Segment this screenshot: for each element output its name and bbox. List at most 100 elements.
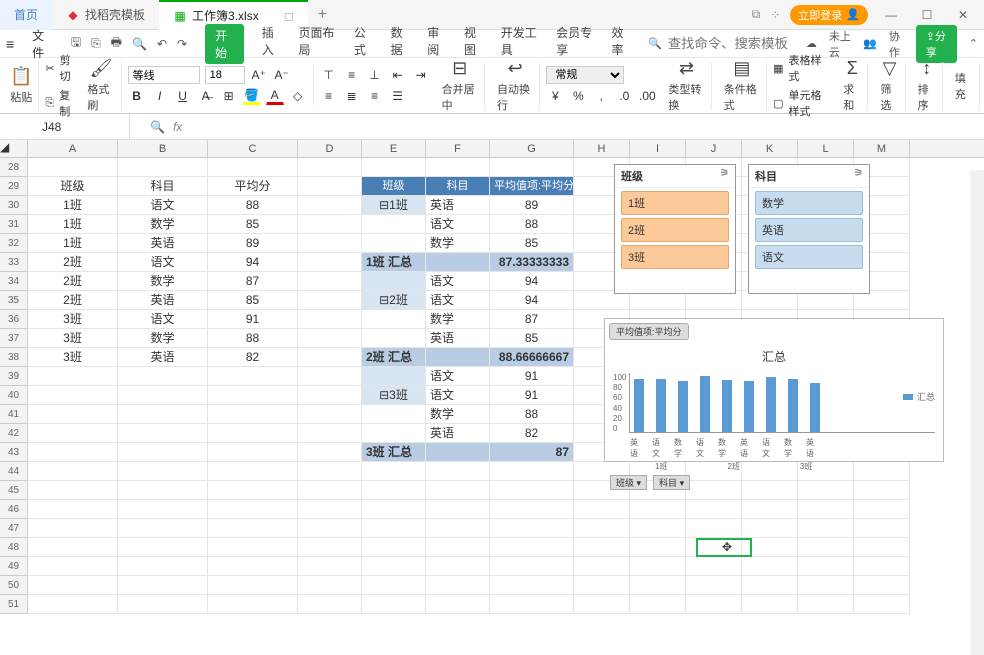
- cell[interactable]: [208, 500, 298, 519]
- cell[interactable]: 语文: [426, 367, 490, 386]
- cell[interactable]: 数学: [426, 405, 490, 424]
- cell[interactable]: [362, 576, 426, 595]
- indent-right-icon[interactable]: ⇥: [412, 66, 430, 84]
- comma-icon[interactable]: ,: [592, 87, 610, 105]
- col-header-I[interactable]: I: [630, 140, 686, 157]
- vertical-scrollbar[interactable]: [970, 170, 984, 655]
- cell[interactable]: 科目: [426, 177, 490, 196]
- cell[interactable]: 1班 汇总: [362, 253, 426, 272]
- cell[interactable]: [298, 291, 362, 310]
- cell[interactable]: [362, 234, 426, 253]
- cell[interactable]: [28, 557, 118, 576]
- cell[interactable]: [28, 595, 118, 614]
- minimize-button[interactable]: —: [878, 8, 904, 22]
- row-header[interactable]: 46: [0, 500, 28, 519]
- font-color-button[interactable]: A: [266, 87, 284, 105]
- cell[interactable]: 1班: [28, 196, 118, 215]
- cell[interactable]: [298, 519, 362, 538]
- sum-group[interactable]: Σ求和: [837, 62, 868, 110]
- cell[interactable]: [630, 595, 686, 614]
- cell[interactable]: [490, 519, 574, 538]
- align-bottom-icon[interactable]: ⊥: [366, 66, 384, 84]
- cell[interactable]: 87: [208, 272, 298, 291]
- cell[interactable]: [574, 519, 630, 538]
- cell[interactable]: [426, 576, 490, 595]
- cell[interactable]: 数学: [426, 310, 490, 329]
- merge-group[interactable]: ⊟合并居中: [436, 62, 485, 110]
- cell[interactable]: [490, 538, 574, 557]
- cell[interactable]: [298, 595, 362, 614]
- cell[interactable]: [208, 405, 298, 424]
- percent-icon[interactable]: %: [569, 87, 587, 105]
- cell[interactable]: 89: [490, 196, 574, 215]
- row-header[interactable]: 48: [0, 538, 28, 557]
- cell[interactable]: [208, 557, 298, 576]
- new-tab-button[interactable]: +: [308, 6, 337, 24]
- cell[interactable]: [298, 405, 362, 424]
- cell[interactable]: 英语: [118, 348, 208, 367]
- decrease-font-icon[interactable]: A⁻: [273, 66, 291, 84]
- tab-pin-icon[interactable]: ◻: [284, 9, 294, 23]
- row-header[interactable]: 51: [0, 595, 28, 614]
- cell[interactable]: [426, 595, 490, 614]
- row-header[interactable]: 38: [0, 348, 28, 367]
- cloud-icon[interactable]: ☁: [806, 37, 817, 50]
- cell[interactable]: [686, 519, 742, 538]
- chart-drop-class[interactable]: 班级 ▾: [610, 475, 647, 490]
- cell[interactable]: 91: [490, 367, 574, 386]
- cell[interactable]: 88: [208, 196, 298, 215]
- cell[interactable]: [118, 500, 208, 519]
- cell[interactable]: [298, 367, 362, 386]
- strike-button[interactable]: A̶: [197, 87, 215, 105]
- cell[interactable]: [630, 557, 686, 576]
- align-right-icon[interactable]: ≡: [366, 87, 384, 105]
- cell[interactable]: 88: [490, 405, 574, 424]
- col-header-E[interactable]: E: [362, 140, 426, 157]
- tab-templates[interactable]: ◆ 找稻壳模板: [52, 0, 159, 30]
- cell[interactable]: [798, 595, 854, 614]
- coop-icon[interactable]: 👥: [863, 37, 877, 50]
- row-header[interactable]: 34: [0, 272, 28, 291]
- row-header[interactable]: 42: [0, 424, 28, 443]
- menu-efficiency[interactable]: 效率: [611, 24, 630, 64]
- fill-color-button[interactable]: 🪣: [243, 87, 261, 105]
- cell[interactable]: [118, 443, 208, 462]
- cell[interactable]: 英语: [426, 424, 490, 443]
- cell[interactable]: [118, 158, 208, 177]
- slicer-item[interactable]: 1班: [621, 191, 729, 215]
- cell[interactable]: [362, 272, 426, 291]
- align-center-icon[interactable]: ≣: [343, 87, 361, 105]
- cell[interactable]: [686, 500, 742, 519]
- cell[interactable]: [208, 424, 298, 443]
- italic-button[interactable]: I: [151, 87, 169, 105]
- cell[interactable]: [362, 538, 426, 557]
- cell[interactable]: [742, 576, 798, 595]
- cell[interactable]: 94: [208, 253, 298, 272]
- cell[interactable]: [854, 519, 910, 538]
- cell[interactable]: [686, 557, 742, 576]
- cell[interactable]: 班级: [28, 177, 118, 196]
- cell[interactable]: [118, 557, 208, 576]
- cell[interactable]: 85: [490, 329, 574, 348]
- format-painter-group[interactable]: 🖌 格式刷: [81, 62, 121, 110]
- name-box[interactable]: J48: [0, 114, 130, 139]
- col-header-G[interactable]: G: [490, 140, 574, 157]
- row-header[interactable]: 49: [0, 557, 28, 576]
- cell[interactable]: 语文: [426, 215, 490, 234]
- row-header[interactable]: 43: [0, 443, 28, 462]
- cell[interactable]: 82: [208, 348, 298, 367]
- col-header-M[interactable]: M: [854, 140, 910, 157]
- cell[interactable]: [28, 538, 118, 557]
- cell[interactable]: 数学: [426, 234, 490, 253]
- cell[interactable]: [118, 424, 208, 443]
- sort-group[interactable]: ↕排序: [912, 62, 943, 110]
- undo-icon[interactable]: ↶: [157, 37, 167, 51]
- tab-home[interactable]: 首页: [0, 0, 52, 30]
- cell[interactable]: 1班: [28, 215, 118, 234]
- col-header-K[interactable]: K: [742, 140, 798, 157]
- increase-font-icon[interactable]: A⁺: [250, 66, 268, 84]
- cell[interactable]: [298, 310, 362, 329]
- cell[interactable]: [362, 595, 426, 614]
- cell[interactable]: [298, 481, 362, 500]
- slicer-item[interactable]: 数学: [755, 191, 863, 215]
